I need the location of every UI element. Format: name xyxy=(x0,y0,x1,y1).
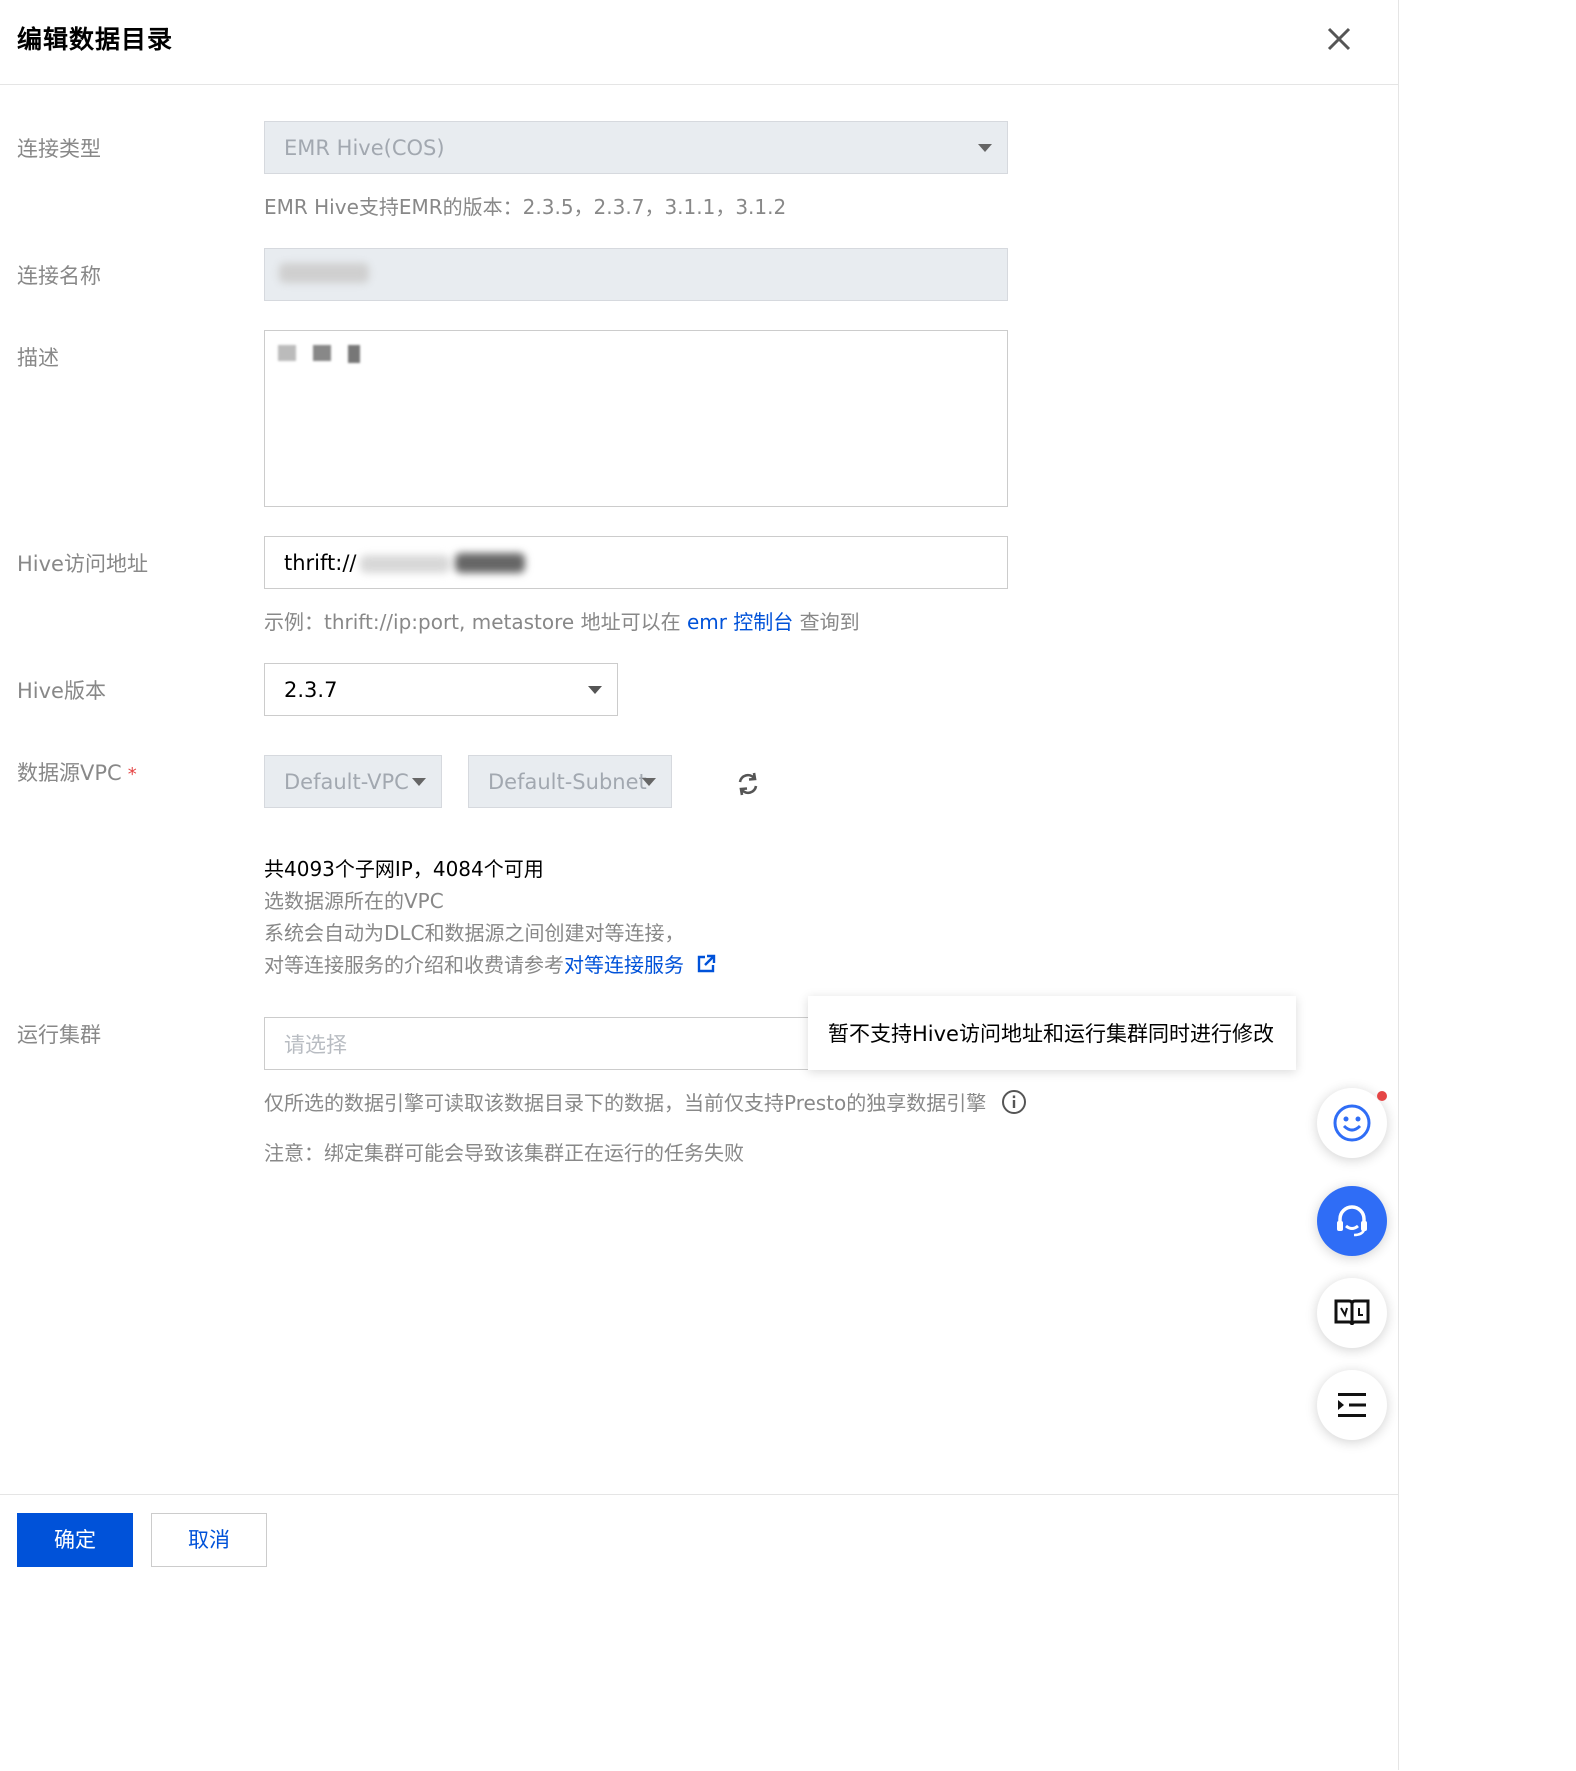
info-icon[interactable] xyxy=(1001,1089,1027,1120)
external-link-icon[interactable] xyxy=(696,954,716,979)
dialog-header: 编辑数据目录 xyxy=(0,0,1398,85)
hive-address-input[interactable]: thrift:// xyxy=(264,536,1008,589)
connection-type-select[interactable]: EMR Hive(COS) xyxy=(264,121,1008,174)
redacted-text xyxy=(313,345,331,361)
redacted-text xyxy=(455,553,525,573)
cluster-placeholder: 请选择 xyxy=(284,1032,347,1057)
connection-name-label: 连接名称 xyxy=(17,264,101,288)
subnet-value: Default-Subnet xyxy=(488,769,647,794)
emr-console-link[interactable]: emr 控制台 xyxy=(687,610,793,634)
peering-service-link[interactable]: 对等连接服务 xyxy=(564,953,684,977)
dialog-title: 编辑数据目录 xyxy=(17,25,174,54)
subnet-select[interactable]: Default-Subnet xyxy=(468,755,672,808)
book-icon xyxy=(1334,1299,1370,1326)
support-button[interactable] xyxy=(1317,1186,1387,1256)
close-icon[interactable] xyxy=(1322,22,1356,56)
cluster-hint: 仅所选的数据引擎可读取该数据目录下的数据，当前仅支持Presto的独享数据引擎 xyxy=(264,1087,1027,1120)
hive-address-hint: 示例：thrift://ip:port, metastore 地址可以在 emr… xyxy=(264,606,860,635)
cancel-button[interactable]: 取消 xyxy=(151,1513,267,1567)
hive-address-label: Hive访问地址 xyxy=(17,552,148,576)
connection-name-input[interactable] xyxy=(264,248,1008,301)
redacted-text xyxy=(278,345,296,361)
connection-type-label: 连接类型 xyxy=(17,137,101,161)
vpc-value: Default-VPC xyxy=(284,769,409,794)
vpc-hint-line2: 系统会自动为DLC和数据源之间创建对等连接， xyxy=(264,921,685,945)
description-textarea[interactable] xyxy=(264,330,1008,507)
notification-dot xyxy=(1377,1091,1387,1101)
smiley-button[interactable] xyxy=(1317,1088,1387,1158)
dialog-panel: 编辑数据目录 连接类型 EMR Hive(COS) EMR Hive支持EMR的… xyxy=(0,0,1399,1770)
connection-type-value: EMR Hive(COS) xyxy=(284,135,445,160)
smiley-icon xyxy=(1333,1104,1371,1142)
chevron-down-icon xyxy=(588,685,602,694)
headset-icon xyxy=(1337,1205,1367,1237)
chevron-down-icon xyxy=(642,777,656,786)
vpc-hint-line3: 对等连接服务的介绍和收费请参考对等连接服务 xyxy=(264,949,716,979)
vpc-select[interactable]: Default-VPC xyxy=(264,755,442,808)
tooltip: 暂不支持Hive访问地址和运行集群同时进行修改 xyxy=(808,996,1296,1070)
hive-address-value: thrift:// xyxy=(284,550,357,575)
vpc-label: 数据源VPC * xyxy=(17,757,137,787)
docs-button[interactable] xyxy=(1317,1278,1387,1348)
hive-address-hint-text: 示例：thrift://ip:port, metastore 地址可以在 xyxy=(264,610,681,634)
subnet-ip-info: 共4093个子网IP，4084个可用 xyxy=(264,857,544,881)
hive-version-value: 2.3.7 xyxy=(284,677,338,702)
hive-version-select[interactable]: 2.3.7 xyxy=(264,663,618,716)
tooltip-text: 暂不支持Hive访问地址和运行集群同时进行修改 xyxy=(828,1022,1274,1046)
cluster-note: 注意：绑定集群可能会导致该集群正在运行的任务失败 xyxy=(264,1141,744,1165)
description-label: 描述 xyxy=(17,346,59,370)
redacted-text xyxy=(348,345,360,363)
outline-button[interactable] xyxy=(1317,1370,1387,1440)
vpc-hint-line1: 选数据源所在的VPC xyxy=(264,889,444,913)
redacted-text xyxy=(360,555,450,573)
refresh-icon[interactable] xyxy=(734,770,762,798)
vpc-hint-line3-text: 对等连接服务的介绍和收费请参考 xyxy=(264,953,564,977)
cluster-label: 运行集群 xyxy=(17,1023,101,1047)
vpc-label-text: 数据源VPC xyxy=(17,761,122,785)
chevron-down-icon xyxy=(412,777,426,786)
hive-address-hint-suffix: 查询到 xyxy=(799,610,860,634)
connection-type-hint: EMR Hive支持EMR的版本：2.3.5，2.3.7，3.1.1，3.1.2 xyxy=(264,195,787,219)
hive-version-label: Hive版本 xyxy=(17,679,106,703)
chevron-down-icon xyxy=(978,143,992,152)
required-mark: * xyxy=(127,764,137,785)
confirm-button[interactable]: 确定 xyxy=(17,1513,133,1567)
redacted-text xyxy=(279,263,369,283)
cluster-hint-text: 仅所选的数据引擎可读取该数据目录下的数据，当前仅支持Presto的独享数据引擎 xyxy=(264,1091,987,1115)
menu-indent-icon xyxy=(1338,1393,1366,1417)
